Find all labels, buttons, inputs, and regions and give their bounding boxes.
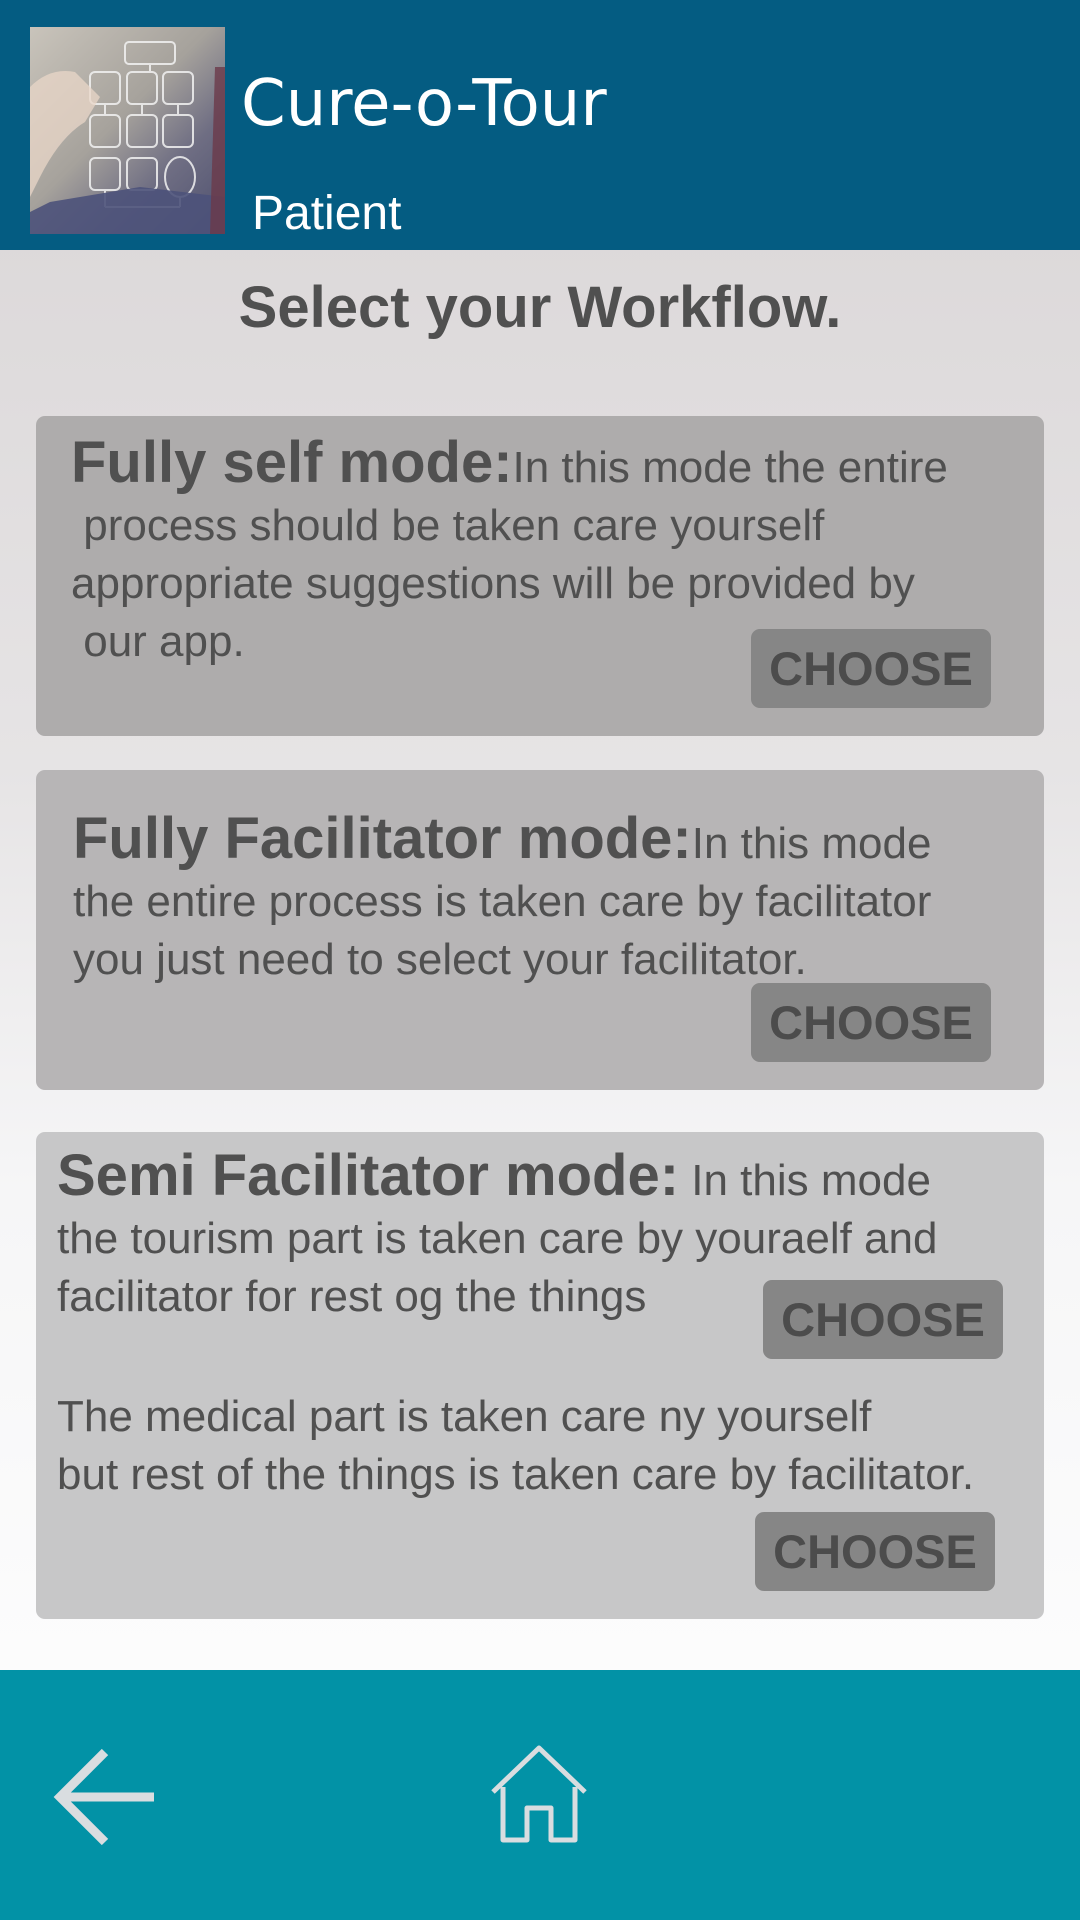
app-header: Cure-o-Tour Patient	[0, 0, 1080, 250]
bottom-nav-bar	[0, 1670, 1080, 1920]
choose-button-fully-self[interactable]: CHOOSE	[751, 629, 991, 708]
home-icon	[491, 1745, 587, 1843]
user-role-label: Patient	[252, 187, 402, 240]
home-button[interactable]	[487, 1742, 592, 1847]
card-text: Fully Facilitator mode:In this mode the …	[73, 810, 1033, 989]
back-button[interactable]	[50, 1742, 160, 1852]
workflow-diagram-icon	[30, 41, 225, 234]
mode-name: Fully self mode:	[71, 430, 513, 495]
app-title: Cure-o-Tour	[241, 67, 607, 141]
workflow-card-semi-facilitator: Semi Facilitator mode: In this mode the …	[36, 1132, 1044, 1619]
arrow-left-icon	[53, 1748, 154, 1846]
workflow-card-fully-self: Fully self mode:In this mode the entire …	[36, 416, 1044, 736]
mode-name: Fully Facilitator mode:	[73, 806, 692, 871]
choose-button-semi-facilitator-medical[interactable]: CHOOSE	[755, 1512, 995, 1591]
workflow-card-fully-facilitator: Fully Facilitator mode:In this mode the …	[36, 770, 1044, 1090]
secondary-description: The medical part is taken care ny yourse…	[57, 1392, 975, 1499]
mode-name: Semi Facilitator mode:	[57, 1143, 680, 1208]
choose-button-fully-facilitator[interactable]: CHOOSE	[751, 983, 991, 1062]
choose-button-semi-facilitator-tourism[interactable]: CHOOSE	[763, 1280, 1003, 1359]
app-logo	[30, 27, 225, 234]
page-title: Select your Workflow.	[238, 275, 842, 340]
